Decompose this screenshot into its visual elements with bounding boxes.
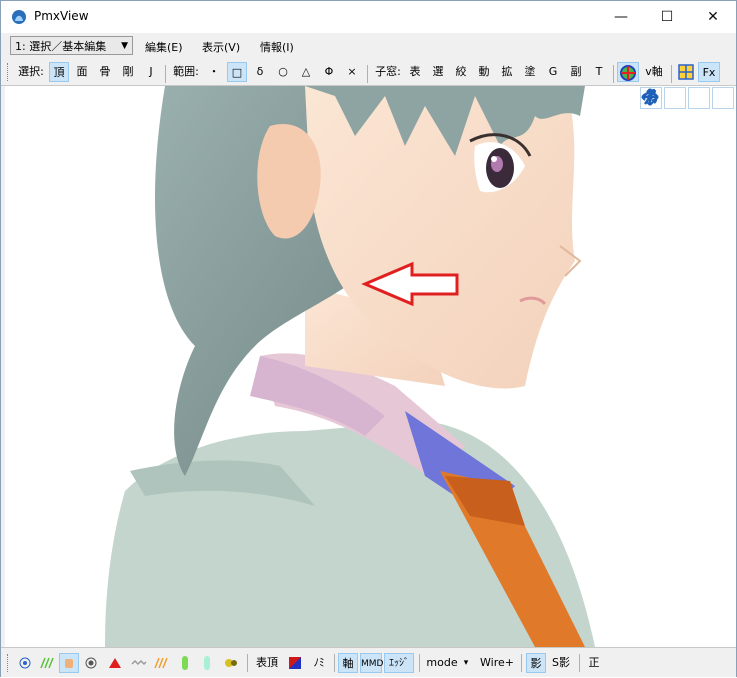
mmd-button[interactable]: MMD xyxy=(360,653,383,673)
select-vertex-button[interactable]: 頂 xyxy=(49,62,69,82)
joint-button[interactable] xyxy=(221,653,241,673)
mode-select[interactable]: 1: 選択／基本編集 ▼ xyxy=(10,36,133,55)
capsule-icon xyxy=(182,656,188,670)
separator xyxy=(419,654,420,672)
menu-info[interactable]: 情報(I) xyxy=(260,39,294,55)
axis-button[interactable]: 軸 xyxy=(338,653,358,673)
shadow-button[interactable]: 影 xyxy=(526,653,546,673)
fx-button[interactable]: Fx xyxy=(698,62,720,82)
subwin-scale-button[interactable]: 拡 xyxy=(497,62,517,82)
maximize-button[interactable]: ☐ xyxy=(644,1,690,33)
3d-viewport[interactable] xyxy=(5,86,736,647)
separator xyxy=(247,654,248,672)
capsule-light-icon xyxy=(204,656,210,670)
subwin-move-button[interactable]: 動 xyxy=(474,62,494,82)
chevron-down-icon: ▼ xyxy=(121,41,128,51)
separator xyxy=(613,65,614,83)
select-label: 選択: xyxy=(18,65,44,78)
menu-bar: 1: 選択／基本編集 ▼ 編集(E) 表示(V) 情報(I) xyxy=(1,33,736,59)
red-triangle-icon xyxy=(109,658,121,668)
nomi-button[interactable]: ﾉﾐ xyxy=(307,653,331,673)
grid-view-icon xyxy=(678,64,694,80)
pmxview-window: PmxView — ☐ ✕ 1: 選択／基本編集 ▼ 編集(E) 表示(V) 情… xyxy=(0,0,737,677)
window-title: PmxView xyxy=(34,9,89,23)
subwin-sub-button[interactable]: 副 xyxy=(566,62,586,82)
green-lines-icon xyxy=(40,657,54,669)
subwin-paint-button[interactable]: 塗 xyxy=(520,62,540,82)
minimize-button[interactable]: — xyxy=(598,1,644,33)
range-point-button[interactable]: ・ xyxy=(204,62,224,82)
wave-button[interactable] xyxy=(129,653,149,673)
separator xyxy=(367,65,368,83)
view-nav-controls xyxy=(640,87,734,109)
toolbar-grip[interactable] xyxy=(7,654,11,672)
orange-lines-icon xyxy=(154,657,168,669)
hand-icon xyxy=(65,659,73,668)
separator xyxy=(165,65,166,83)
table-vertex-button[interactable]: 表頂 xyxy=(252,653,282,673)
wave-icon xyxy=(131,659,147,666)
separator xyxy=(334,654,335,672)
mode-select-value: 1: 選択／基本編集 xyxy=(15,40,107,53)
triangle-button[interactable] xyxy=(105,653,125,673)
app-icon xyxy=(12,10,26,24)
range-triangle-button[interactable]: △ xyxy=(296,62,316,82)
normal-lines-button[interactable] xyxy=(37,653,57,673)
color-wheel-icon xyxy=(620,65,636,81)
wire-button[interactable]: Wire+ xyxy=(477,653,517,673)
capsule-button[interactable] xyxy=(175,653,195,673)
range-label: 範囲: xyxy=(173,65,199,78)
separator xyxy=(671,65,672,83)
move-icon[interactable] xyxy=(642,87,686,109)
color-wheel-button[interactable] xyxy=(617,62,639,82)
record-icon xyxy=(85,657,97,669)
subwindow-label: 子窓: xyxy=(375,65,401,78)
mode-dropdown-arrow[interactable]: ▾ xyxy=(461,653,471,673)
orange-lines-button[interactable] xyxy=(151,653,171,673)
separator xyxy=(579,654,580,672)
vertex-dot-button[interactable] xyxy=(15,653,35,673)
title-bar[interactable]: PmxView — ☐ ✕ xyxy=(1,1,736,33)
select-face-button[interactable]: 面 xyxy=(72,62,92,82)
joint-icon xyxy=(225,659,237,667)
select-bone-button[interactable]: 骨 xyxy=(95,62,115,82)
select-joint-button[interactable]: J xyxy=(141,62,161,82)
hand-button[interactable] xyxy=(59,653,79,673)
model-render xyxy=(105,86,595,647)
capsule-light-button[interactable] xyxy=(197,653,217,673)
edge-button[interactable]: ｴｯｼﾞ xyxy=(384,653,414,673)
menu-view[interactable]: 表示(V) xyxy=(202,39,240,55)
menu-edit[interactable]: 編集(E) xyxy=(145,39,183,55)
vertex-dot-icon xyxy=(19,657,31,669)
separator xyxy=(521,654,522,672)
color-swatch-icon xyxy=(289,657,301,669)
range-rect-button[interactable]: □ xyxy=(227,62,247,82)
close-button[interactable]: ✕ xyxy=(690,1,736,33)
toolbar: 選択: 頂 面 骨 剛 J 範囲: ・ □ δ ○ △ Φ × 子窓: 表 選 … xyxy=(1,59,736,86)
zoom-icon[interactable] xyxy=(643,87,710,109)
self-shadow-button[interactable]: S影 xyxy=(548,653,574,673)
grid-view-button[interactable] xyxy=(676,62,696,82)
subwin-group-button[interactable]: G xyxy=(543,62,563,82)
toolbar-grip[interactable] xyxy=(7,63,11,81)
bottom-toolbar: 表頂 ﾉﾐ 軸 MMD ｴｯｼﾞ mode ▾ Wire+ 影 S影 正 xyxy=(1,647,736,677)
range-delta-button[interactable]: δ xyxy=(250,62,270,82)
v-axis-button[interactable]: v軸 xyxy=(642,62,666,82)
color-swatch-button[interactable] xyxy=(285,653,305,673)
select-rigid-button[interactable]: 剛 xyxy=(118,62,138,82)
range-x-button[interactable]: × xyxy=(342,62,362,82)
subwin-filter-button[interactable]: 絞 xyxy=(451,62,471,82)
rotate-icon[interactable] xyxy=(642,87,734,109)
mode-dropdown[interactable]: mode xyxy=(425,653,459,673)
range-circle-button[interactable]: ○ xyxy=(273,62,293,82)
subwin-t-button[interactable]: T xyxy=(589,62,609,82)
subwin-select-button[interactable]: 選 xyxy=(428,62,448,82)
sei-button[interactable]: 正 xyxy=(584,653,604,673)
range-phi-button[interactable]: Φ xyxy=(319,62,339,82)
subwin-table-button[interactable]: 表 xyxy=(405,62,425,82)
record-button[interactable] xyxy=(81,653,101,673)
